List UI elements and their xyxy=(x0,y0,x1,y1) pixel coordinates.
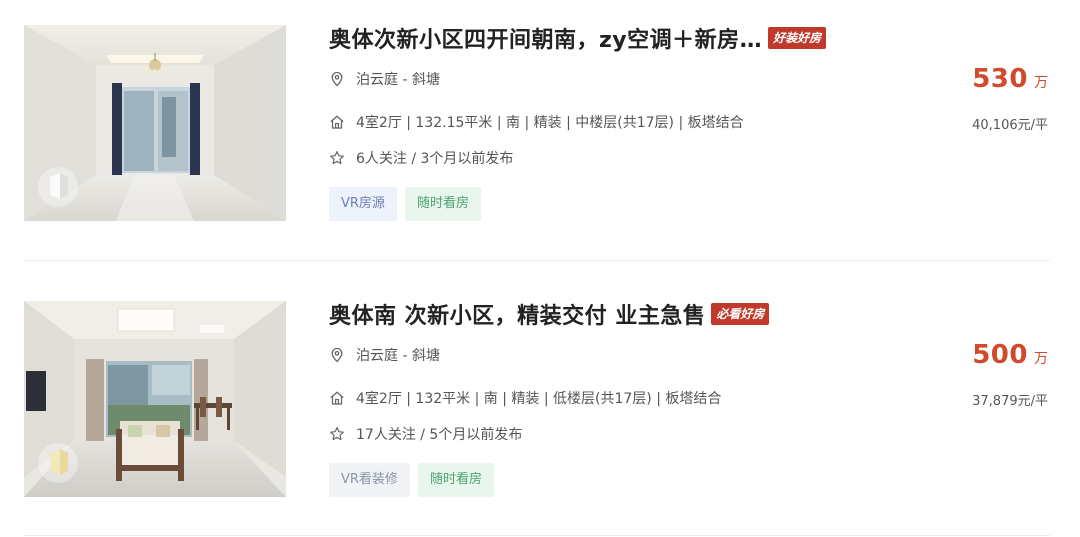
unit-price: 40,106元/平 xyxy=(972,118,1048,133)
tag-anytime-viewing: 随时看房 xyxy=(404,187,481,221)
unit-price: 37,879元/平 xyxy=(972,394,1048,409)
listing-title[interactable]: 奥体南 次新小区，精装交付 业主急售 xyxy=(329,298,705,330)
quality-badge: 好装好房 xyxy=(768,27,827,49)
location-link[interactable]: 泊云庭 - 斜塘 xyxy=(356,69,440,89)
follow-info-text: 17人关注 / 5个月以前发布 xyxy=(356,427,523,443)
listing-title[interactable]: 奥体次新小区四开间朝南，zy空调＋新房… xyxy=(329,22,762,54)
follow-info-line: 17人关注 / 5个月以前发布 xyxy=(329,423,522,445)
location-line: 泊云庭 - 斜塘 xyxy=(329,344,440,366)
house-info-line: 4室2厅 | 132.15平米 | 南 | 精装 | 中楼层(共17层) | 板… xyxy=(329,111,744,133)
listing-divider xyxy=(24,260,1050,261)
follow-info-line: 6人关注 / 3个月以前发布 xyxy=(329,147,513,169)
star-icon xyxy=(329,426,345,442)
tag-anytime-viewing: 随时看房 xyxy=(417,463,494,497)
listing-divider xyxy=(24,535,1050,536)
total-price-value: 500 xyxy=(972,340,1028,370)
tag-vr-decoration: VR看装修 xyxy=(329,463,410,497)
follow-info-text: 6人关注 / 3个月以前发布 xyxy=(356,151,514,167)
total-price: 500 万 xyxy=(972,340,1048,370)
total-price: 530 万 xyxy=(972,64,1048,94)
quality-badge: 必看好房 xyxy=(711,303,770,325)
house-icon xyxy=(329,114,345,130)
total-price-unit: 万 xyxy=(1034,351,1048,367)
house-info-text: 4室2厅 | 132.15平米 | 南 | 精装 | 中楼层(共17层) | 板… xyxy=(356,115,744,131)
location-pin-icon xyxy=(329,71,345,87)
location-pin-icon xyxy=(329,347,345,363)
tag-vr: VR房源 xyxy=(329,187,397,221)
room-photo-image xyxy=(24,301,286,497)
house-info-text: 4室2厅 | 132平米 | 南 | 精装 | 低楼层(共17层) | 板塔结合 xyxy=(356,391,722,407)
location-link[interactable]: 泊云庭 - 斜塘 xyxy=(356,345,440,365)
listing-card[interactable]: 奥体次新小区四开间朝南，zy空调＋新房… 好装好房 泊云庭 - 斜塘 4室2厅 … xyxy=(24,0,1050,260)
feature-tags: VR房源 随时看房 xyxy=(329,187,481,221)
listing-title-row: 奥体南 次新小区，精装交付 业主急售 必看好房 xyxy=(329,298,770,330)
vr-cube-icon xyxy=(38,167,78,207)
star-icon xyxy=(329,150,345,166)
vr-cube-icon xyxy=(38,443,78,483)
feature-tags: VR看装修 随时看房 xyxy=(329,463,494,497)
listing-card[interactable]: 奥体南 次新小区，精装交付 业主急售 必看好房 泊云庭 - 斜塘 4室2厅 | … xyxy=(24,276,1050,536)
room-photo-image xyxy=(24,25,286,221)
house-info-line: 4室2厅 | 132平米 | 南 | 精装 | 低楼层(共17层) | 板塔结合 xyxy=(329,387,721,409)
listing-photo[interactable] xyxy=(24,301,286,497)
location-line: 泊云庭 - 斜塘 xyxy=(329,68,440,90)
total-price-unit: 万 xyxy=(1034,75,1048,91)
listing-photo[interactable] xyxy=(24,25,286,221)
listing-title-row: 奥体次新小区四开间朝南，zy空调＋新房… 好装好房 xyxy=(329,22,827,54)
total-price-value: 530 xyxy=(972,64,1028,94)
house-icon xyxy=(329,390,345,406)
